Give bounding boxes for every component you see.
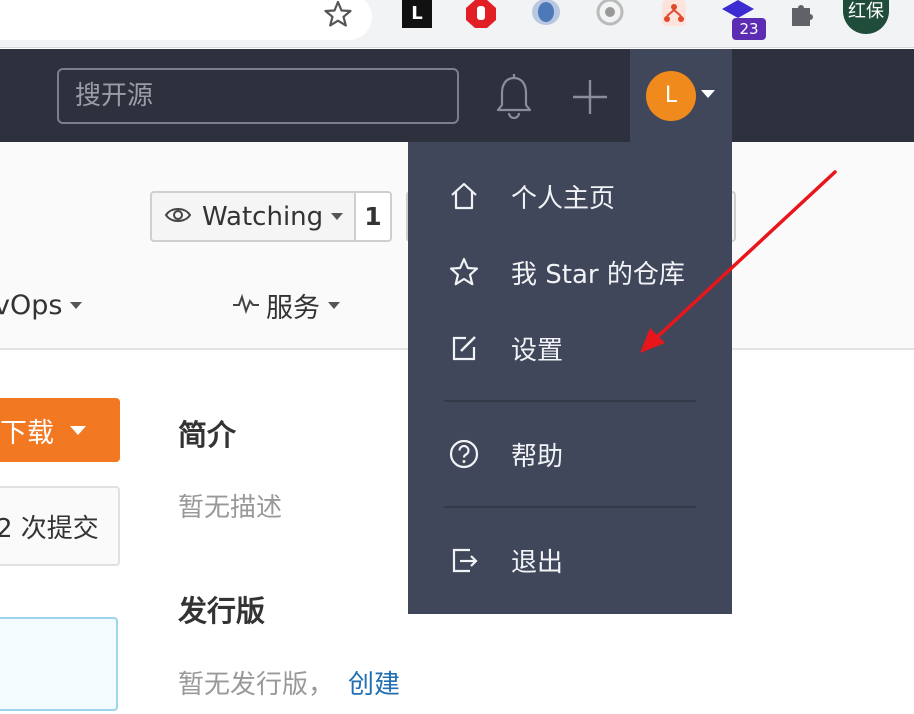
menu-divider xyxy=(444,506,696,508)
address-bar[interactable] xyxy=(0,0,372,40)
commits-button[interactable]: 2 次提交 xyxy=(0,486,120,566)
tab-devops-label: vOps xyxy=(0,289,63,321)
extension-blue-icon[interactable] xyxy=(530,0,560,28)
search-input[interactable] xyxy=(57,68,459,124)
watch-count[interactable]: 1 xyxy=(354,191,392,242)
tab-service-label: 服务 xyxy=(266,292,320,324)
download-label: 下载 xyxy=(0,417,54,449)
adblock-extension-icon[interactable] xyxy=(466,0,496,28)
chevron-down-icon[interactable] xyxy=(701,90,715,98)
tab-service[interactable]: 服务 xyxy=(232,285,340,325)
tab-devops[interactable]: vOps xyxy=(0,285,83,325)
chevron-down-icon xyxy=(70,425,86,435)
menu-item-label: 个人主页 xyxy=(511,183,616,214)
menu-item-label: 设置 xyxy=(511,335,564,366)
extension-target-icon[interactable] xyxy=(594,0,624,28)
download-button[interactable]: 下载 xyxy=(0,398,120,462)
eye-icon xyxy=(164,205,192,229)
commits-label: 2 次提交 xyxy=(0,513,99,544)
bell-icon[interactable] xyxy=(494,73,534,120)
clone-url-box[interactable] xyxy=(0,617,118,711)
red-arrow-annotation xyxy=(620,160,850,370)
release-empty-text: 暂无发行版， xyxy=(178,670,335,700)
extension-tree-icon[interactable] xyxy=(658,0,688,28)
star-outline-icon xyxy=(448,256,480,288)
pulse-icon xyxy=(232,290,260,321)
intro-text: 暂无描述 xyxy=(178,493,283,523)
menu-item-label: 退出 xyxy=(511,547,564,578)
home-icon xyxy=(448,180,480,212)
edit-icon xyxy=(448,332,480,364)
help-circle-icon xyxy=(448,438,480,470)
chevron-down-icon xyxy=(70,301,83,309)
create-release-link[interactable]: 创建 xyxy=(348,670,400,700)
menu-item-help[interactable]: 帮助 xyxy=(408,422,732,486)
chevron-down-icon xyxy=(328,301,340,309)
plus-icon[interactable] xyxy=(571,78,609,116)
intro-title: 简介 xyxy=(178,418,237,452)
user-avatar[interactable]: L xyxy=(646,71,696,121)
release-text: 暂无发行版， 创建 xyxy=(178,664,400,701)
menu-item-logout[interactable]: 退出 xyxy=(408,528,732,592)
menu-divider xyxy=(444,400,696,402)
release-title: 发行版 xyxy=(178,594,266,628)
logout-icon xyxy=(448,544,480,576)
menu-item-label: 帮助 xyxy=(511,441,564,472)
extension-l-icon[interactable]: L xyxy=(402,0,432,28)
watch-button[interactable]: Watching xyxy=(150,191,356,242)
extension-badge-count: 23 xyxy=(732,18,766,40)
watch-label: Watching xyxy=(202,201,324,232)
puzzle-extensions-icon[interactable] xyxy=(786,0,816,28)
bookmark-star-icon[interactable] xyxy=(322,0,354,28)
chevron-down-icon xyxy=(331,213,344,220)
